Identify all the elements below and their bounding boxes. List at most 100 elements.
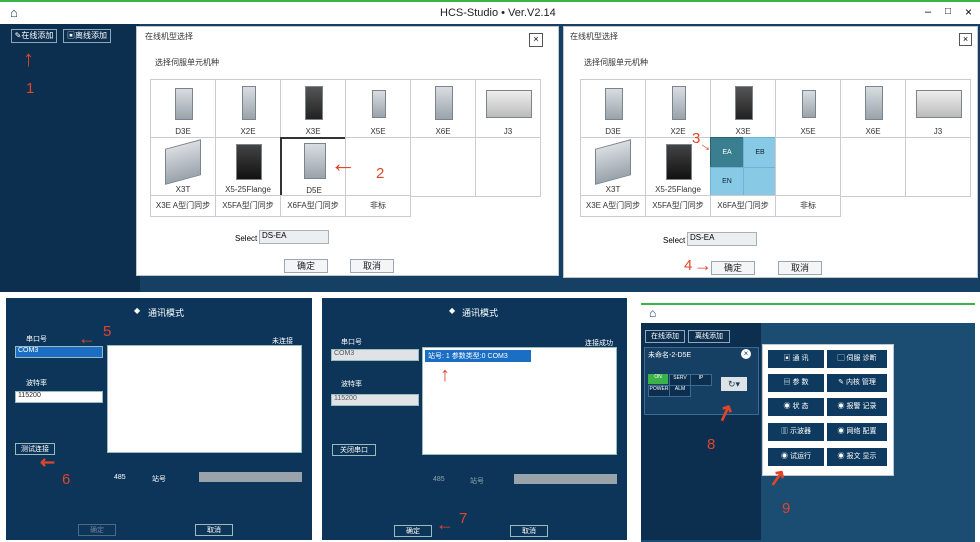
model-x3t[interactable]: X3T <box>150 137 216 197</box>
maximize-button[interactable]: □ <box>945 6 951 17</box>
model-x3e[interactable]: X3E <box>710 79 776 139</box>
online-add-button[interactable]: ✎在线添加 <box>11 29 57 43</box>
close-port-button[interactable]: 关闭串口 <box>332 444 376 456</box>
msg-icon: ◉ <box>837 453 845 460</box>
menu-kernel[interactable]: ✎ 内核 管理 <box>827 374 887 392</box>
menu-toggle-button[interactable]: ↻▾ <box>721 377 747 391</box>
offline-add-button[interactable]: ▣离线添加 <box>63 29 111 43</box>
home-icon[interactable]: ⌂ <box>649 306 656 320</box>
menu-diagnosis[interactable]: ▢ 伺服 诊断 <box>827 350 887 368</box>
model-x6fa-gate[interactable]: X6FA型门同步 <box>280 195 346 217</box>
model-x5e[interactable]: X5E <box>775 79 841 139</box>
submodel-en[interactable]: EN <box>710 167 744 197</box>
select-value-field[interactable]: DS-EA <box>687 232 757 246</box>
model-x2e[interactable]: X2E <box>645 79 711 139</box>
progress-bar <box>199 472 302 482</box>
dialog-subtitle: 选择伺服单元机种 <box>155 58 219 67</box>
menu-comm[interactable]: ▣ 通 讯 <box>768 350 824 368</box>
monitor-icon: ▣ <box>67 31 75 40</box>
menu-network[interactable]: ◉ 网络 配置 <box>827 423 887 441</box>
model-empty-3 <box>475 137 541 197</box>
triangle-icon: ◆ <box>449 306 456 315</box>
radio-485[interactable]: 485 <box>433 476 445 483</box>
progress-bar <box>514 474 617 484</box>
sidebar <box>0 24 140 292</box>
model-x3e[interactable]: X3E <box>280 79 346 139</box>
annotation-arrow-5: ← <box>78 328 96 348</box>
dialog-close-button[interactable]: × <box>529 33 543 47</box>
model-j3[interactable]: J3 <box>475 79 541 139</box>
device-list-item[interactable]: 站号: 1 参数类型:0 COM3 <box>425 350 531 362</box>
param-icon: ▤ <box>783 379 791 386</box>
model-j3[interactable]: J3 <box>905 79 971 139</box>
device-window-topbar <box>641 305 975 323</box>
offline-add-button[interactable]: 离线添加 <box>688 330 730 343</box>
annotation-4: 4 <box>684 257 693 274</box>
annotation-arrow-1: ↑ <box>23 46 34 71</box>
menu-alarm[interactable]: ◉ 报警 记录 <box>827 398 887 416</box>
model-x5fa-gate[interactable]: X5FA型门同步 <box>215 195 281 217</box>
model-x6e[interactable]: X6E <box>840 79 906 139</box>
annotation-5: 5 <box>103 323 112 340</box>
menu-test-run[interactable]: ◉ 试运行 <box>768 448 824 466</box>
annotation-arrow-7: ← <box>436 514 454 534</box>
dialog-title: 在线机型选择 <box>145 32 193 41</box>
serial-select[interactable]: COM3 <box>331 349 419 361</box>
model-x5fa-gate[interactable]: X5FA型门同步 <box>645 195 711 217</box>
cancel-button[interactable]: 取消 <box>350 259 394 273</box>
annotation-8: 8 <box>707 436 716 453</box>
annotation-arrow-list: ↑ <box>440 364 450 386</box>
online-add-button[interactable]: 在线添加 <box>645 330 685 343</box>
submodel-empty <box>743 167 777 197</box>
submodel-eb[interactable]: EB <box>743 137 777 168</box>
cancel-button[interactable]: 取消 <box>195 524 233 536</box>
annotation-2: 2 <box>376 165 385 182</box>
confirm-button[interactable]: 确定 <box>78 524 116 536</box>
model-x5-25flange[interactable]: X5-25Flange <box>215 137 281 197</box>
serial-label: 串口号 <box>26 336 47 343</box>
annotation-arrow-4: → <box>694 255 712 275</box>
radio-485[interactable]: 485 <box>114 474 126 481</box>
close-button[interactable]: × <box>965 5 972 19</box>
menu-message[interactable]: ◉ 报文 显示 <box>827 448 887 466</box>
ok-button[interactable]: 确定 <box>284 259 328 273</box>
dialog-close-button[interactable]: × <box>959 33 972 46</box>
menu-oscilloscope[interactable]: ▥ 示波器 <box>768 423 824 441</box>
cancel-button[interactable]: 取消 <box>778 261 822 275</box>
minimize-button[interactable]: – <box>925 6 931 18</box>
baud-select[interactable]: 115200 <box>15 391 103 403</box>
device-list[interactable] <box>107 345 302 453</box>
model-nonstandard[interactable]: 非标 <box>345 195 411 217</box>
model-x6fa-gate[interactable]: X6FA型门同步 <box>710 195 776 217</box>
model-x5e[interactable]: X5E <box>345 79 411 139</box>
baud-label: 波特率 <box>26 380 47 387</box>
close-icon[interactable]: × <box>741 349 751 359</box>
ok-button[interactable]: 确定 <box>711 261 755 275</box>
baud-select[interactable]: 115200 <box>331 394 419 406</box>
baud-label: 波特率 <box>341 381 362 388</box>
model-empty-2 <box>840 137 906 197</box>
model-x3t[interactable]: X3T <box>580 137 646 197</box>
annotation-6: 6 <box>62 471 71 488</box>
model-d3e[interactable]: D3E <box>580 79 646 139</box>
select-value-field[interactable]: DS-EA <box>259 230 329 244</box>
cancel-button[interactable]: 取消 <box>510 525 548 537</box>
model-x2e[interactable]: X2E <box>215 79 281 139</box>
model-x3e-gate[interactable]: X3E A型门同步 <box>580 195 646 217</box>
model-d3e[interactable]: D3E <box>150 79 216 139</box>
annotation-arrow-2: ← <box>330 148 356 178</box>
menu-status[interactable]: ◉ 状 态 <box>768 398 824 416</box>
select-label: Select <box>235 234 258 243</box>
model-x3e-gate[interactable]: X3E A型门同步 <box>150 195 216 217</box>
confirm-button[interactable]: 确定 <box>394 525 432 537</box>
select-label: Select <box>663 236 686 245</box>
model-empty-3 <box>905 137 971 197</box>
annotation-9: 9 <box>782 500 791 517</box>
device-list[interactable]: 站号: 1 参数类型:0 COM3 <box>422 347 617 455</box>
home-icon[interactable]: ⌂ <box>10 5 18 20</box>
radio-station[interactable]: 站号 <box>152 474 166 484</box>
radio-station[interactable]: 站号 <box>470 476 484 486</box>
model-x6e[interactable]: X6E <box>410 79 476 139</box>
menu-params[interactable]: ▤ 参 数 <box>768 374 824 392</box>
model-nonstandard[interactable]: 非标 <box>775 195 841 217</box>
